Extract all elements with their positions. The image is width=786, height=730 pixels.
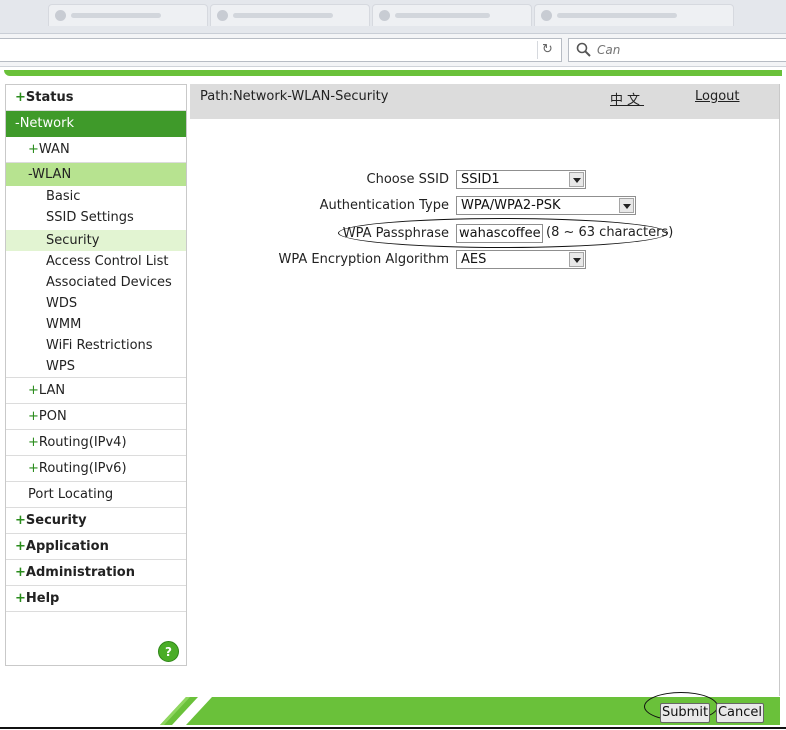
sidebar-item-label: Routing(IPv4) [38,435,127,450]
sidebar-item-label: Administration [25,565,135,580]
sidebar-item-basic[interactable]: Basic [6,186,186,207]
main-content: Path:Network-WLAN-Security 中文 Logout Cho… [188,84,780,696]
sidebar-item-routing-ipv6[interactable]: +Routing(IPv6) [6,456,186,482]
sidebar-item-wan[interactable]: +WAN [6,137,186,163]
sidebar-item-port-locating[interactable]: Port Locating [6,482,186,508]
encryption-algorithm-label: WPA Encryption Algorithm [278,252,449,267]
breadcrumb: Path:Network-WLAN-Security [200,89,389,104]
expand-plus-icon: + [28,383,39,398]
search-icon [576,42,591,57]
auth-type-select[interactable]: WPA/WPA2-PSK [456,196,636,215]
auth-type-label: Authentication Type [319,198,449,213]
sidebar-item-security[interactable]: +Security [6,508,186,534]
chevron-down-icon [619,198,634,213]
reload-icon[interactable]: ↻ [537,41,557,59]
sidebar-item-label: LAN [38,383,66,398]
search-input[interactable] [597,42,777,58]
header-band [0,67,786,78]
expand-plus-icon: + [15,539,26,554]
sidebar-item-label: WAN [38,142,70,157]
cancel-button[interactable]: Cancel [716,703,764,723]
browser-tab[interactable] [210,4,370,26]
window-bottom-border [0,727,786,729]
chevron-down-icon [569,252,584,267]
sidebar-item-ssid-settings[interactable]: SSID Settings [6,207,186,228]
encryption-algorithm-select[interactable]: AES [456,250,586,269]
browser-tab[interactable] [48,4,208,26]
sidebar-item-administration[interactable]: +Administration [6,560,186,586]
ssid-select[interactable]: SSID1 [456,170,586,189]
language-link[interactable]: 中文 [610,89,644,108]
tab-title-blurred [233,13,333,18]
tab-title-blurred [557,13,677,18]
sidebar-item-routing-ipv4[interactable]: +Routing(IPv4) [6,430,186,456]
tab-favicon-icon [55,10,66,21]
sidebar-item-label: Security [25,513,87,528]
sidebar-item-label: -Network [15,116,74,131]
sidebar-item-help[interactable]: +Help [6,586,186,612]
auth-type-select-value: WPA/WPA2-PSK [461,198,561,213]
sidebar-item-label: Application [25,539,109,554]
chevron-down-icon [569,172,584,187]
sidebar-item-label: Status [25,90,74,105]
sidebar-item-application[interactable]: +Application [6,534,186,560]
sidebar-item-label: Help [25,591,60,606]
expand-plus-icon: + [28,409,39,424]
sidebar-item-network[interactable]: -Network [6,111,186,137]
tab-title-blurred [395,13,490,18]
expand-plus-icon: + [28,435,39,450]
sidebar-item-access-control-list[interactable]: Access Control List [6,251,186,272]
wpa-passphrase-label: WPA Passphrase [342,226,449,241]
expand-plus-icon: + [15,513,26,528]
encryption-select-value: AES [461,252,487,267]
expand-plus-icon: + [28,142,39,157]
choose-ssid-label: Choose SSID [366,172,449,187]
header-green-bar [4,70,782,76]
sidebar-nav: +Status -Network +WAN -WLAN Basic SSID S… [5,84,187,666]
sidebar-item-pon[interactable]: +PON [6,404,186,430]
sidebar-item-label: Port Locating [28,487,114,502]
browser-tab-strip [0,0,786,34]
passphrase-length-hint: (8 ~ 63 characters) [546,225,674,240]
sidebar-item-wps[interactable]: WPS [6,356,186,378]
browser-nav-bar: ↻ [0,34,786,67]
address-bar[interactable]: ↻ [0,38,562,62]
expand-plus-icon: + [15,565,26,580]
sidebar-item-security-active[interactable]: Security [6,230,186,251]
browser-tab[interactable] [372,4,532,26]
action-bar: Submit Cancel [160,692,780,725]
tab-title-blurred [71,13,161,18]
sidebar-item-label: Routing(IPv6) [38,461,127,476]
help-question-icon[interactable]: ? [158,641,179,662]
logout-link[interactable]: Logout [695,89,740,104]
sidebar-item-wmm[interactable]: WMM [6,314,186,335]
browser-tab[interactable] [534,4,734,26]
wpa-passphrase-input[interactable] [456,224,543,243]
sidebar-item-wlan[interactable]: -WLAN [6,163,186,186]
sidebar-item-status[interactable]: +Status [6,85,186,111]
ssid-select-value: SSID1 [461,172,500,187]
expand-plus-icon: + [15,591,26,606]
submit-button[interactable]: Submit [660,703,710,723]
sidebar-item-wifi-restrictions[interactable]: WiFi Restrictions [6,335,186,356]
sidebar-item-label: PON [38,409,67,424]
tab-favicon-icon [379,10,390,21]
expand-plus-icon: + [28,461,39,476]
expand-plus-icon: + [15,90,26,105]
tab-favicon-icon [541,10,552,21]
sidebar-item-label: -WLAN [28,167,72,182]
sidebar-item-lan[interactable]: +LAN [6,378,186,404]
sidebar-item-wds[interactable]: WDS [6,293,186,314]
tab-favicon-icon [217,10,228,21]
breadcrumb-bar: Path:Network-WLAN-Security 中文 Logout [190,84,779,119]
browser-search-box[interactable] [568,38,786,62]
sidebar-item-associated-devices[interactable]: Associated Devices [6,272,186,293]
